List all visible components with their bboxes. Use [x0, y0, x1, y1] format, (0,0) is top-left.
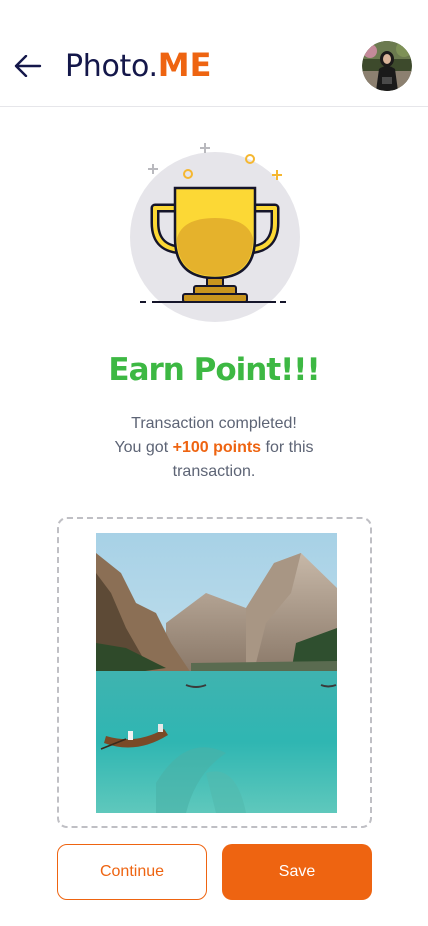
message-line1: Transaction completed! — [131, 415, 297, 432]
trophy-icon — [128, 138, 304, 328]
app-header: Photo. ME — [0, 0, 428, 107]
avatar-image — [362, 41, 412, 91]
logo-accent-text: ME — [157, 46, 212, 84]
app-logo: Photo. ME — [65, 46, 212, 86]
result-photo[interactable] — [96, 533, 337, 813]
logo-text: Photo. — [65, 49, 158, 84]
message-prefix: You got — [114, 439, 173, 456]
back-button[interactable] — [12, 50, 44, 82]
user-avatar[interactable] — [362, 41, 412, 91]
earn-point-title: Earn Point!!! — [108, 352, 320, 388]
transaction-message: Transaction completed! You got +100 poin… — [80, 412, 348, 484]
lake-photo — [96, 533, 337, 813]
photo-frame — [57, 517, 372, 828]
continue-button[interactable]: Continue — [57, 844, 207, 900]
points-earned: +100 points — [172, 439, 262, 456]
save-button[interactable]: Save — [222, 844, 372, 900]
message-line2: You got +100 points for this transaction… — [80, 436, 348, 484]
arrow-left-icon — [14, 55, 42, 77]
